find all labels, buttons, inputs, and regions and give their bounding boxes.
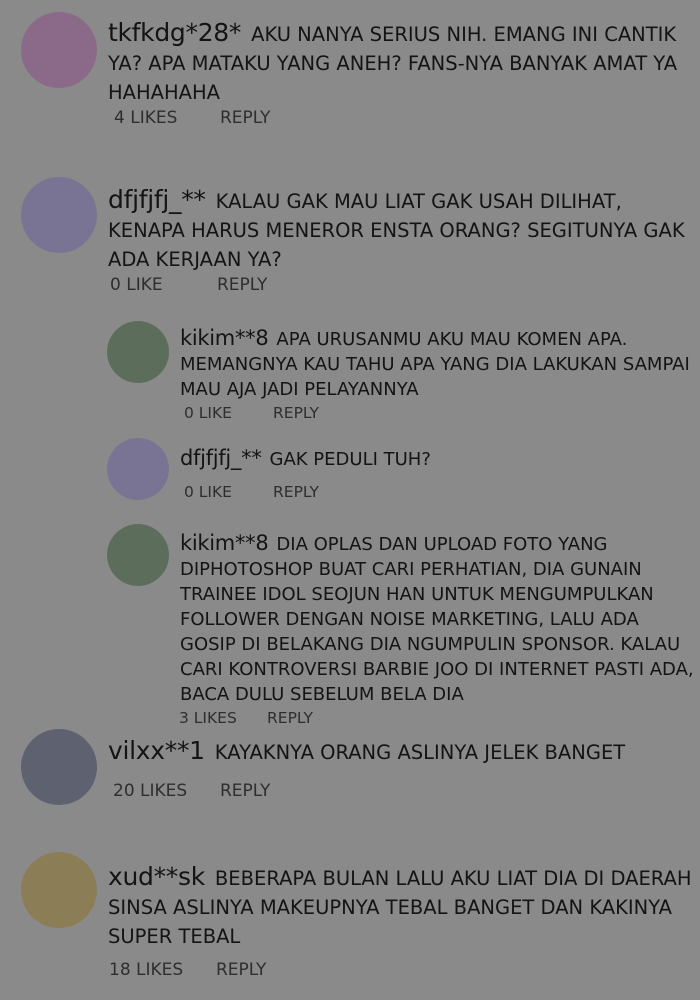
reply-button[interactable]: REPLY [217, 275, 267, 295]
reply-button[interactable]: REPLY [273, 483, 319, 501]
like-count[interactable]: 20 LIKES [113, 781, 187, 801]
username[interactable]: dfjfjfj_** [108, 185, 206, 214]
comment-meta: 18 LIKES REPLY [109, 960, 266, 980]
like-count[interactable]: 0 LIKE [110, 275, 163, 295]
comment-body: xud**sk BEBERAPA BULAN LALU AKU LIAT DIA … [108, 862, 698, 951]
avatar[interactable] [21, 12, 97, 88]
like-count[interactable]: 4 LIKES [114, 108, 177, 128]
username[interactable]: kikim**8 [180, 326, 269, 350]
avatar[interactable] [107, 438, 169, 500]
reply-body: dfjfjfj_** GAK PEDULI TUH? [180, 446, 700, 472]
avatar[interactable] [21, 729, 97, 805]
comment-meta: 3 LIKES REPLY [179, 709, 313, 727]
comment-body: vilxx**1 KAYAKNYA ORANG ASLINYA JELEK BAN… [108, 736, 698, 767]
comment-text: DIA OPLAS DAN UPLOAD FOTO YANG DIPHOTOSH… [180, 534, 694, 705]
username[interactable]: xud**sk [108, 862, 205, 891]
reply-button[interactable]: REPLY [220, 781, 270, 801]
avatar[interactable] [107, 321, 169, 383]
avatar[interactable] [21, 177, 97, 253]
reply-body: kikim**8 APA URUSANMU AKU MAU KOMEN APA. … [180, 326, 700, 402]
username[interactable]: dfjfjfj_** [180, 446, 262, 470]
username[interactable]: kikim**8 [180, 531, 269, 555]
reply-button[interactable]: REPLY [216, 960, 266, 980]
avatar[interactable] [21, 852, 97, 928]
username[interactable]: vilxx**1 [108, 736, 205, 765]
comment-body: dfjfjfj_** KALAU GAK MAU LIAT GAK USAH DI… [108, 185, 698, 274]
reply-body: kikim**8 DIA OPLAS DAN UPLOAD FOTO YANG D… [180, 531, 700, 707]
comment-text: KAYAKNYA ORANG ASLINYA JELEK BANGET [214, 741, 626, 764]
like-count[interactable]: 18 LIKES [109, 960, 183, 980]
comment-meta: 20 LIKES REPLY [113, 781, 270, 801]
reply-button[interactable]: REPLY [220, 108, 270, 128]
like-count[interactable]: 0 LIKE [184, 404, 232, 422]
comment-meta: 0 LIKE REPLY [184, 483, 319, 501]
like-count[interactable]: 0 LIKE [184, 483, 232, 501]
reply-button[interactable]: REPLY [267, 709, 313, 727]
comment-meta: 4 LIKES REPLY [114, 108, 270, 128]
username[interactable]: tkfkdg*28* [108, 18, 241, 47]
reply-button[interactable]: REPLY [273, 404, 319, 422]
comment-text: GAK PEDULI TUH? [269, 449, 431, 470]
like-count[interactable]: 3 LIKES [179, 709, 237, 727]
comment-meta: 0 LIKE REPLY [110, 275, 267, 295]
comment-body: tkfkdg*28* AKU NANYA SERIUS NIH. EMANG IN… [108, 18, 698, 107]
avatar[interactable] [107, 524, 169, 586]
comment-meta: 0 LIKE REPLY [184, 404, 319, 422]
